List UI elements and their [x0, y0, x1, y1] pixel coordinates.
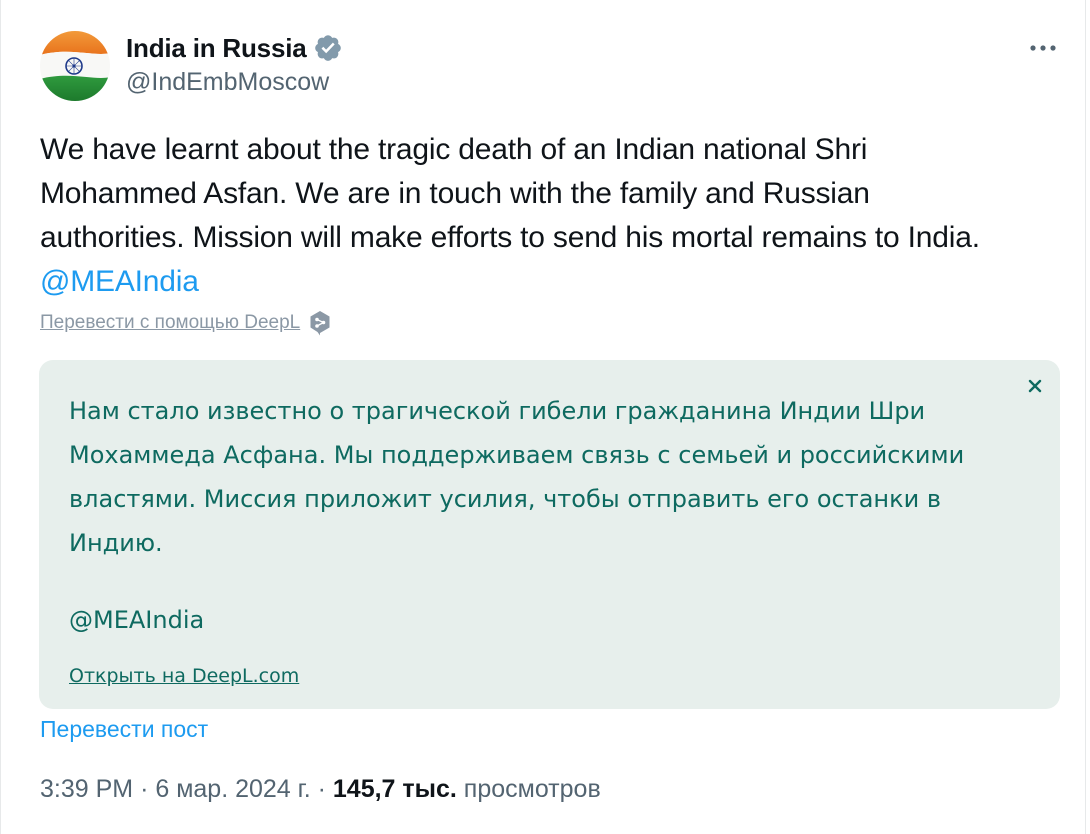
translation-mention: @MEAIndia	[69, 606, 205, 634]
more-options-button[interactable]	[1027, 34, 1059, 62]
translation-line: властями. Миссия приложит усилия, чтобы …	[69, 485, 941, 513]
tweet-card: India in Russia @IndEmbMoscow We have le…	[0, 0, 1086, 834]
verified-badge-icon[interactable]	[313, 33, 343, 63]
more-dots-icon	[1030, 45, 1056, 51]
deepl-translation-panel: Нам стало известно о трагической гибели …	[39, 360, 1060, 709]
views-count: 145,7 тыс.	[332, 775, 457, 803]
mention-link[interactable]: @MEAIndia	[40, 265, 199, 298]
account-handle[interactable]: @IndEmbMoscow	[126, 68, 329, 97]
deepl-logo-icon	[309, 310, 331, 336]
post-date[interactable]: 6 мар. 2024 г.	[155, 775, 310, 803]
views-label: просмотров	[463, 775, 601, 803]
tweet-text-line: Mohammed Asfan. We are in touch with the…	[40, 177, 870, 210]
tweet-text-line: We have learnt about the tragic death of…	[40, 133, 868, 166]
display-name[interactable]: India in Russia	[126, 33, 307, 64]
deepl-translate-link[interactable]: Перевести с помощью DeepL	[40, 312, 300, 334]
meta-separator: ·	[140, 775, 149, 803]
deepl-translate-row: Перевести с помощью DeepL	[40, 310, 331, 336]
india-flag-avatar-icon	[40, 31, 110, 101]
account-name-row: India in Russia	[126, 30, 343, 66]
tweet-text-line: authorities. Mission will make efforts t…	[40, 221, 980, 254]
close-translation-button[interactable]	[1023, 374, 1047, 398]
meta-separator: ·	[317, 775, 326, 803]
close-icon	[1028, 379, 1042, 393]
avatar[interactable]	[40, 31, 110, 101]
open-on-deepl-link[interactable]: Открыть на DeepL.com	[69, 665, 299, 687]
tweet-text: We have learnt about the tragic death of…	[40, 128, 1070, 304]
translation-line: Нам стало известно о трагической гибели …	[69, 397, 926, 425]
translation-line: Индию.	[69, 529, 163, 557]
tweet-meta: 3:39 PM · 6 мар. 2024 г. · 145,7 тыс. пр…	[40, 775, 601, 804]
translate-post-link[interactable]: Перевести пост	[40, 716, 208, 743]
post-time[interactable]: 3:39 PM	[40, 775, 133, 803]
translation-line: Мохаммеда Асфана. Мы поддерживаем связь …	[69, 441, 965, 469]
translation-text: Нам стало известно о трагической гибели …	[69, 389, 1019, 565]
